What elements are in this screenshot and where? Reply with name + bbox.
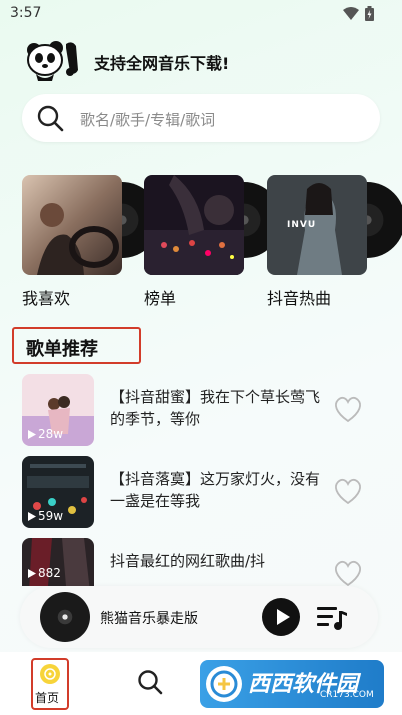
watermark-logo-icon	[206, 666, 242, 702]
status-bar: 3:57	[0, 0, 402, 28]
app-header: 支持全网音乐下载!	[20, 36, 380, 86]
playlist-item[interactable]: 882 抖音最红的网红歌曲/抖	[22, 538, 378, 586]
play-count: 59w	[28, 509, 63, 523]
section-title-recommended: 歌单推荐	[12, 327, 141, 364]
album-disc-icon	[40, 592, 90, 642]
nav-home-tab[interactable]: 首页	[31, 658, 69, 710]
heart-icon[interactable]	[332, 558, 364, 586]
playlist-queue-icon[interactable]	[317, 605, 347, 631]
cover-text: INVU	[287, 220, 317, 230]
playlist-cover-image: 28w	[22, 374, 94, 446]
search-icon	[37, 105, 64, 132]
playlist-cover-image: 882	[22, 538, 94, 586]
play-count-value: 28w	[38, 427, 64, 441]
play-count: 28w	[28, 427, 63, 441]
slogan-text: 支持全网音乐下载!	[94, 54, 230, 73]
category-label: 我喜欢	[22, 289, 71, 308]
playlist-cover-image: 59w	[22, 456, 94, 528]
category-douyin-hits[interactable]: INVU 抖音热曲	[267, 172, 402, 312]
playlist-title: 【抖音甜蜜】我在下个草长莺飞的季节，等你	[110, 388, 321, 428]
battery-icon	[365, 6, 374, 21]
home-disc-icon	[40, 664, 60, 684]
wifi-icon	[343, 6, 359, 20]
play-icon	[277, 609, 290, 625]
play-count-value: 59w	[38, 509, 64, 523]
play-count-icon	[28, 429, 36, 439]
category-cover-image: INVU	[267, 175, 367, 275]
play-count-icon	[28, 511, 36, 521]
search-bar[interactable]: 歌名/歌手/专辑/歌词	[22, 94, 380, 142]
playlist-item[interactable]: 28w 【抖音甜蜜】我在下个草长莺飞的季节，等你	[22, 374, 378, 448]
search-placeholder: 歌名/歌手/专辑/歌词	[80, 111, 216, 129]
category-label: 抖音热曲	[267, 289, 332, 308]
section-title-text: 歌单推荐	[26, 339, 98, 360]
playlist-title: 抖音最红的网红歌曲/抖	[110, 552, 266, 570]
playlist-item[interactable]: 59w 【抖音落寞】这万家灯火，没有一盏是在等我	[22, 456, 378, 530]
panda-logo-icon	[27, 41, 78, 81]
category-cover-image	[144, 175, 244, 275]
nav-home-label: 首页	[35, 691, 60, 705]
watermark-logo: 西西软件园 CR173.COM	[200, 660, 384, 708]
play-count-icon	[28, 568, 36, 578]
nav-search-icon[interactable]	[136, 668, 164, 696]
now-playing-title: 熊猫音乐暴走版	[100, 611, 198, 627]
play-button[interactable]	[262, 598, 300, 636]
heart-icon[interactable]	[332, 476, 364, 506]
watermark-subtext: CR173.COM	[320, 690, 374, 700]
mini-player[interactable]: 熊猫音乐暴走版	[20, 586, 378, 648]
status-icons	[343, 6, 374, 21]
category-charts[interactable]: 榜单	[144, 172, 282, 312]
category-favorites[interactable]: 我喜欢	[22, 172, 160, 312]
play-count: 882	[28, 566, 61, 580]
status-time: 3:57	[10, 5, 42, 21]
playlist-title: 【抖音落寞】这万家灯火，没有一盏是在等我	[110, 470, 321, 510]
category-label: 榜单	[144, 289, 177, 308]
bottom-nav: 首页 西西软件园 CR173.COM	[0, 652, 402, 715]
play-count-value: 882	[38, 566, 61, 580]
category-cover-image	[22, 175, 122, 275]
heart-icon[interactable]	[332, 394, 364, 424]
